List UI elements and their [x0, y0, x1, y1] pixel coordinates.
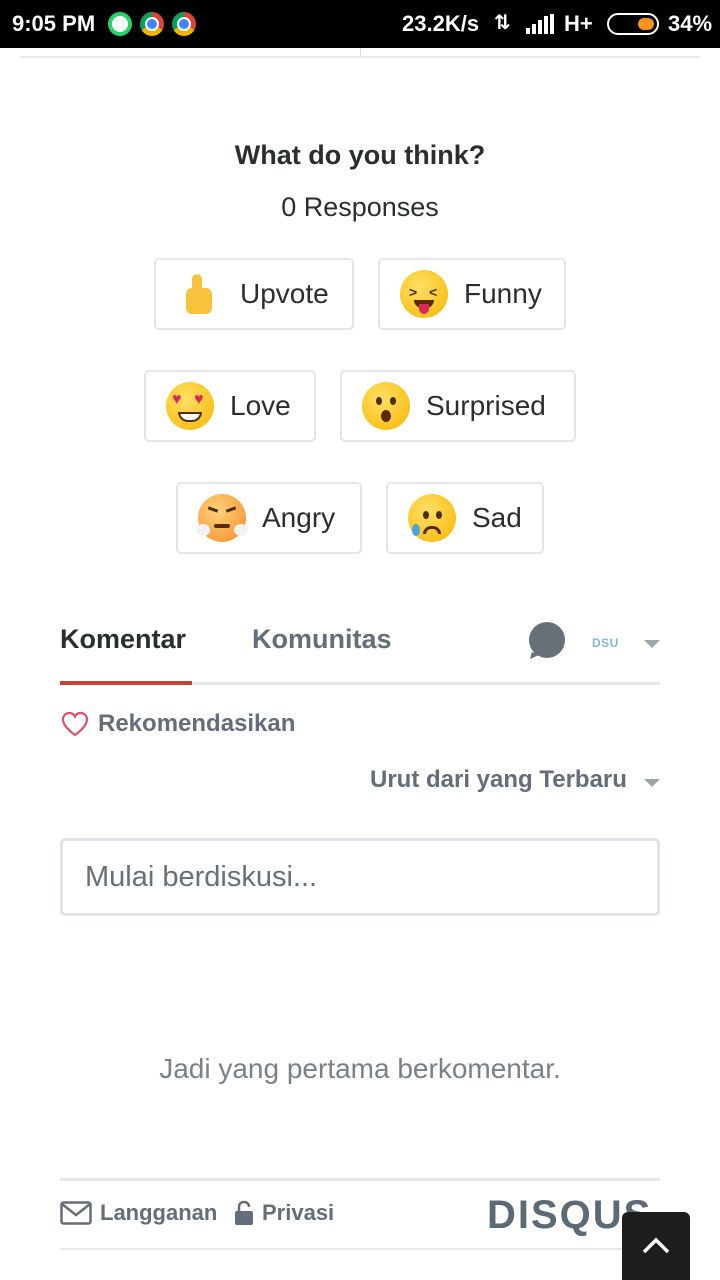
chrome-icon [140, 12, 164, 36]
recommend-label: Rekomendasikan [98, 710, 296, 737]
whatsapp-icon [108, 12, 132, 36]
chevron-up-icon [642, 1237, 670, 1254]
reaction-label: Surprised [426, 390, 546, 421]
sort-dropdown[interactable]: Urut dari yang Terbaru [370, 766, 627, 794]
reaction-sad-button[interactable]: Sad [386, 482, 544, 554]
funny-face-icon: > < [400, 270, 448, 318]
reaction-label: Angry [262, 502, 336, 533]
thumbs-up-icon [176, 270, 224, 318]
subscribe-label: Langganan [100, 1200, 218, 1225]
privacy-label: Privasi [262, 1200, 335, 1225]
reaction-angry-button[interactable]: Angry [176, 482, 362, 554]
network-speed: 23.2K/s [402, 11, 480, 36]
back-to-top-button[interactable] [622, 1212, 690, 1280]
signal-icon [526, 14, 554, 34]
subscribe-link[interactable]: Langganan [60, 1200, 217, 1226]
lock-icon [235, 1200, 253, 1225]
angry-face-icon [196, 494, 248, 542]
tab-komunitas[interactable]: Komunitas [252, 624, 392, 655]
reaction-surprised-button[interactable]: Surprised [340, 370, 576, 442]
active-tab-indicator [60, 681, 192, 685]
tab-komentar[interactable]: Komentar [60, 624, 186, 655]
reaction-upvote-button[interactable]: Upvote [154, 258, 354, 330]
divider [60, 1178, 660, 1181]
reactions-title: What do you think? [234, 140, 486, 170]
network-type: H+ [564, 11, 593, 36]
recommend-button[interactable]: Rekomendasikan [60, 710, 295, 738]
data-arrows-icon: ⇅ [494, 12, 511, 34]
status-time: 9:05 PM [12, 11, 96, 36]
chat-bubble-icon[interactable] [528, 622, 566, 660]
chrome-icon [172, 12, 196, 36]
status-bar: 9:05 PM 23.2K/s ⇅ H+ 34% [0, 0, 720, 48]
heart-outline-icon [61, 711, 89, 737]
envelope-icon [60, 1201, 92, 1225]
chevron-down-icon[interactable] [644, 640, 660, 648]
reaction-label: Sad [472, 502, 522, 533]
user-avatar-badge[interactable]: DSU [592, 636, 619, 650]
divider [360, 48, 361, 56]
reaction-label: Upvote [240, 278, 329, 309]
responses-count: 0 Responses [281, 192, 439, 222]
divider [20, 56, 700, 58]
surprised-face-icon [362, 382, 410, 430]
reaction-love-button[interactable]: ♥ ♥ Love [144, 370, 316, 442]
privacy-link[interactable]: Privasi [234, 1200, 334, 1226]
reaction-label: Love [230, 390, 291, 421]
sad-face-icon [408, 494, 456, 542]
comment-input[interactable] [60, 838, 660, 916]
heart-eyes-icon: ♥ ♥ [166, 382, 214, 430]
reaction-label: Funny [464, 278, 542, 309]
notification-icons [108, 12, 196, 36]
empty-comments-message: Jadi yang pertama berkomentar. [159, 1053, 561, 1084]
divider [60, 1248, 660, 1250]
chevron-down-icon[interactable] [644, 779, 660, 787]
reaction-funny-button[interactable]: > < Funny [378, 258, 566, 330]
battery-percent: 34% [668, 11, 713, 36]
battery-icon [607, 13, 659, 35]
